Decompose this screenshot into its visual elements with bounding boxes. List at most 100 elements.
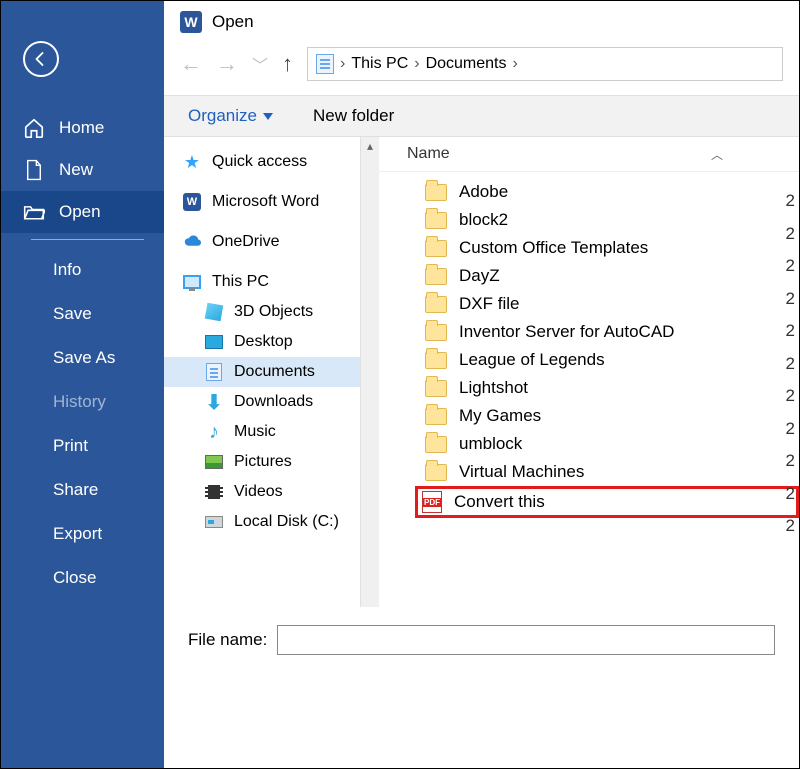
nav-item-label: Quick access xyxy=(212,153,307,171)
date-cell-partial: 2 xyxy=(786,222,795,247)
videos-icon xyxy=(204,482,224,502)
sidebar-item-share[interactable]: Share xyxy=(1,468,164,512)
file-row-folder[interactable]: DXF file xyxy=(421,290,799,318)
nav-scrollbar[interactable]: ▴ xyxy=(361,137,379,607)
nav-3d-objects[interactable]: 3D Objects xyxy=(164,297,360,327)
sidebar-item-open[interactable]: Open xyxy=(1,191,164,233)
column-header-name[interactable]: Name xyxy=(407,145,450,163)
file-row-pdf[interactable]: PDF Convert this xyxy=(415,486,799,518)
nav-desktop[interactable]: Desktop xyxy=(164,327,360,357)
nav-item-label: Pictures xyxy=(234,453,292,471)
file-name-label: League of Legends xyxy=(459,350,605,370)
file-name-label: block2 xyxy=(459,210,508,230)
3d-objects-icon xyxy=(204,302,224,322)
dialog-nav-row: ← → ﹀ ↑ › This PC › Documents › xyxy=(164,43,799,95)
file-row-folder[interactable]: umblock xyxy=(421,430,799,458)
nav-back-button[interactable]: ← xyxy=(180,51,202,77)
file-name-label: Custom Office Templates xyxy=(459,238,648,258)
address-bar[interactable]: › This PC › Documents › xyxy=(307,47,783,81)
file-row-folder[interactable]: Lightshot xyxy=(421,374,799,402)
date-column-partial: 22222222222 xyxy=(786,189,795,539)
filename-row: File name: xyxy=(164,607,799,655)
breadcrumb-segment[interactable]: This PC xyxy=(351,55,408,73)
date-cell-partial: 2 xyxy=(786,482,795,507)
folder-icon xyxy=(425,324,447,341)
home-icon xyxy=(23,117,45,139)
file-row-folder[interactable]: block2 xyxy=(421,206,799,234)
sidebar-item-info[interactable]: Info xyxy=(1,248,164,292)
nav-item-label: Local Disk (C:) xyxy=(234,513,339,531)
disk-icon xyxy=(204,512,224,532)
file-row-folder[interactable]: My Games xyxy=(421,402,799,430)
date-cell-partial: 2 xyxy=(786,287,795,312)
pdf-icon: PDF xyxy=(422,491,442,513)
nav-item-label: Microsoft Word xyxy=(212,193,319,211)
word-app-icon: W xyxy=(180,11,202,33)
file-list-pane: Name ︿ Adobe block2 Custom Office Template… xyxy=(379,137,799,607)
file-row-folder[interactable]: DayZ xyxy=(421,262,799,290)
sidebar-item-save[interactable]: Save xyxy=(1,292,164,336)
date-cell-partial: 2 xyxy=(786,189,795,214)
sidebar-item-label: Open xyxy=(59,202,101,222)
chevron-right-icon: › xyxy=(414,55,419,73)
folder-icon xyxy=(425,352,447,369)
organize-dropdown[interactable]: Organize xyxy=(188,106,273,126)
file-row-folder[interactable]: Adobe xyxy=(421,178,799,206)
filename-input[interactable] xyxy=(277,625,775,655)
folder-icon xyxy=(425,184,447,201)
nav-item-label: Downloads xyxy=(234,393,313,411)
sort-indicator-icon[interactable]: ︿ xyxy=(711,146,723,163)
nav-microsoft-word[interactable]: W Microsoft Word xyxy=(164,187,360,217)
onedrive-icon xyxy=(182,232,202,252)
arrow-left-icon xyxy=(32,50,50,68)
file-name-label: Inventor Server for AutoCAD xyxy=(459,322,674,342)
nav-local-disk-c[interactable]: Local Disk (C:) xyxy=(164,507,360,537)
sidebar-item-export[interactable]: Export xyxy=(1,512,164,556)
folder-icon xyxy=(425,212,447,229)
file-name-label: Virtual Machines xyxy=(459,462,584,482)
sidebar-item-home[interactable]: Home xyxy=(1,107,164,149)
sidebar-item-close[interactable]: Close xyxy=(1,556,164,600)
nav-quick-access[interactable]: ★ Quick access xyxy=(164,147,360,177)
file-name-label: Adobe xyxy=(459,182,508,202)
nav-downloads[interactable]: ⬇ Downloads xyxy=(164,387,360,417)
nav-item-label: Videos xyxy=(234,483,283,501)
nav-videos[interactable]: Videos xyxy=(164,477,360,507)
nav-forward-button[interactable]: → xyxy=(216,51,238,77)
file-row-folder[interactable]: League of Legends xyxy=(421,346,799,374)
sidebar-item-label: Home xyxy=(59,118,104,138)
chevron-right-icon: › xyxy=(340,55,345,73)
new-folder-button[interactable]: New folder xyxy=(313,106,394,126)
sidebar-item-save-as[interactable]: Save As xyxy=(1,336,164,380)
nav-music[interactable]: ♪ Music xyxy=(164,417,360,447)
date-cell-partial: 2 xyxy=(786,449,795,474)
sidebar-item-history: History xyxy=(1,380,164,424)
documents-icon xyxy=(204,362,224,382)
breadcrumb-segment[interactable]: Documents xyxy=(426,55,507,73)
nav-onedrive[interactable]: OneDrive xyxy=(164,227,360,257)
open-folder-icon xyxy=(23,201,45,223)
file-row-folder[interactable]: Custom Office Templates xyxy=(421,234,799,262)
file-name-label: umblock xyxy=(459,434,522,454)
folder-icon xyxy=(425,408,447,425)
sidebar-divider xyxy=(31,239,144,240)
sidebar-item-print[interactable]: Print xyxy=(1,424,164,468)
nav-up-button[interactable]: ↑ xyxy=(282,51,293,77)
nav-pictures[interactable]: Pictures xyxy=(164,447,360,477)
file-row-folder[interactable]: Inventor Server for AutoCAD xyxy=(421,318,799,346)
nav-item-label: Documents xyxy=(234,363,315,381)
date-cell-partial: 2 xyxy=(786,417,795,442)
file-name-label: Lightshot xyxy=(459,378,528,398)
file-row-folder[interactable]: Virtual Machines xyxy=(421,458,799,486)
scroll-up-icon[interactable]: ▴ xyxy=(361,137,379,155)
date-cell-partial: 2 xyxy=(786,384,795,409)
nav-this-pc[interactable]: This PC xyxy=(164,267,360,297)
sidebar-item-new[interactable]: New xyxy=(1,149,164,191)
file-name-label: Convert this xyxy=(454,492,545,512)
back-button[interactable] xyxy=(23,41,59,77)
new-file-icon xyxy=(23,159,45,181)
nav-documents[interactable]: Documents xyxy=(164,357,360,387)
word-backstage-sidebar: Home New Open Info Save Save As History … xyxy=(1,1,164,768)
file-name-label: DXF file xyxy=(459,294,519,314)
dialog-toolbar: Organize New folder xyxy=(164,95,799,137)
